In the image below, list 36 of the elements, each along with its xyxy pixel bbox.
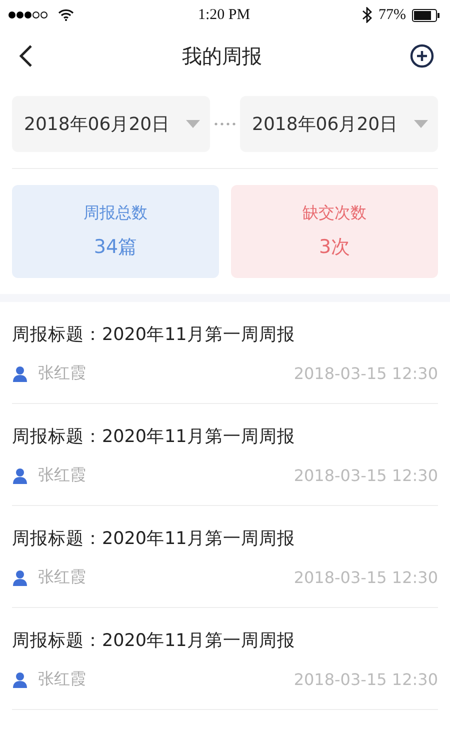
report-title: 周报标题：2020年11月第一周周报 [12,528,295,550]
range-separator [214,122,236,126]
date-picker[interactable]: 2018年06月20日 [12,96,210,152]
report-author: 张红霞 [38,669,87,690]
report-title: 周报标题：2020年11月第一周周报 [12,426,295,448]
person-icon [12,468,28,484]
report-author: 张红霞 [38,363,87,384]
bluetooth-icon [362,7,372,23]
report-title: 周报标题：2020年11月第一周周报 [12,630,295,652]
stat-label: 周报总数 [84,203,148,224]
stat-value: 34篇 [94,235,138,260]
wifi-icon [58,9,74,21]
report-time: 2018-03-15 12:30 [294,568,438,587]
report-author: 张红霞 [38,465,87,486]
date-picker[interactable]: 2018年06月20日 [240,96,438,152]
battery-icon [412,8,440,22]
report-item[interactable]: 周报标题：2020年11月第一周周报 张红霞 2018-03-15 12:30 [12,506,438,608]
person-icon [12,366,28,382]
report-author: 张红霞 [38,567,87,588]
report-item[interactable]: 周报标题：2020年11月第一周周报 张红霞 2018-03-15 12:30 [12,608,438,710]
stat-label: 缺交次数 [302,203,366,224]
report-item[interactable]: 周报标题：2020年11月第一周周报 张红霞 2018-03-15 12:30 [12,404,438,506]
add-button[interactable] [408,42,436,70]
caret-icon [414,120,428,128]
status-time: 1:20 PM [198,6,250,24]
report-time: 2018-03-15 12:30 [294,364,438,383]
report-time: 2018-03-15 12:30 [294,466,438,485]
page-title: 我的周报 [182,42,262,70]
report-time: 2018-03-15 12:30 [294,670,438,689]
report-title: 周报标题：2020年11月第一周周报 [12,324,295,346]
stat-value: 3次 [318,235,350,260]
person-icon [12,672,28,688]
caret-icon [186,120,200,128]
battery-percentage: 77% [378,6,406,24]
report-item[interactable]: 周报标题：2020年11月第一周周报 张红霞 2018-03-15 12:30 [12,302,438,404]
person-icon [12,570,28,586]
